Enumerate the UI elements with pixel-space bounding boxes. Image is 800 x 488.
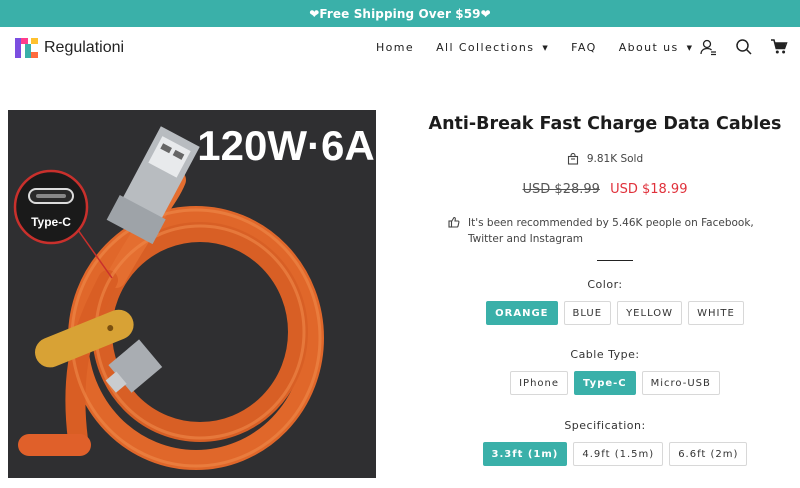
color-options: ORANGE BLUE YELLOW WHITE [420, 301, 800, 325]
sold-text: 9.81K Sold [586, 153, 644, 165]
site-header: Regulationi Home All Collections ▼ FAQ Ab… [0, 27, 800, 71]
logo-icon [15, 38, 38, 58]
search-icon[interactable] [735, 38, 753, 56]
color-option-yellow[interactable]: YELLOW [617, 301, 683, 325]
cable-type-option-type-c[interactable]: Type-C [574, 371, 636, 395]
spec-option-2m[interactable]: 6.6ft (2m) [669, 442, 748, 466]
main-nav: Home All Collections ▼ FAQ About us ▼ [376, 41, 715, 54]
account-icon[interactable] [699, 38, 717, 56]
color-label: Color: [587, 278, 623, 291]
thumbs-up-icon [448, 216, 460, 228]
spec-option-1m[interactable]: 3.3ft (1m) [482, 442, 568, 466]
specification-label: Specification: [564, 419, 646, 432]
caret-down-icon: ▼ [542, 43, 550, 52]
original-price: USD $28.99 [522, 182, 600, 197]
nav-faq[interactable]: FAQ [571, 41, 597, 54]
specification-options: 3.3ft (1m) 4.9ft (1.5m) 6.6ft (2m) [420, 442, 800, 466]
brand-name: Regulationi [44, 39, 125, 56]
caret-down-icon: ▼ [686, 43, 694, 52]
announcement-bar: ❤Free Shipping Over $59❤ [0, 0, 800, 27]
cable-type-label: Cable Type: [570, 348, 640, 361]
recommendation-text: It's been recommended by 5.46K people on… [468, 217, 754, 245]
nav-about-us[interactable]: About us ▼ [619, 41, 694, 54]
color-option-orange[interactable]: ORANGE [486, 301, 558, 325]
nav-faq-label: FAQ [571, 41, 597, 54]
sold-count: 9.81K Sold [420, 153, 790, 165]
cable-type-options: IPhone Type-C Micro-USB [420, 371, 800, 395]
nav-all-collections-label: All Collections [436, 41, 535, 54]
nav-all-collections[interactable]: All Collections ▼ [436, 41, 549, 54]
product-image[interactable]: Type-C 120W·6A [8, 110, 376, 478]
type-c-badge-label: Type-C [31, 215, 71, 229]
nav-home[interactable]: Home [376, 41, 414, 54]
nav-home-label: Home [376, 41, 415, 54]
sale-price: USD $18.99 [610, 182, 688, 197]
product-title: Anti-Break Fast Charge Data Cables [428, 114, 782, 134]
color-option-blue[interactable]: BLUE [563, 301, 612, 325]
color-option-white[interactable]: WHITE [688, 301, 744, 325]
cart-icon[interactable] [770, 38, 788, 56]
cable-illustration: Type-C 120W·6A [8, 110, 376, 478]
recommendation-note: It's been recommended by 5.46K people on… [448, 215, 788, 247]
image-headline: 120W·6A [197, 122, 374, 169]
spec-option-1-5m[interactable]: 4.9ft (1.5m) [573, 442, 664, 466]
nav-about-us-label: About us [618, 41, 679, 54]
shopping-bag-icon [567, 153, 578, 165]
divider [597, 260, 633, 261]
brand-logo[interactable]: Regulationi [14, 35, 124, 61]
price-block: USD $28.99 USD $18.99 [420, 182, 790, 197]
announcement-text: ❤Free Shipping Over $59❤ [309, 6, 491, 21]
cable-type-option-iphone[interactable]: IPhone [510, 371, 569, 395]
cable-type-option-micro-usb[interactable]: Micro-USB [641, 371, 720, 395]
